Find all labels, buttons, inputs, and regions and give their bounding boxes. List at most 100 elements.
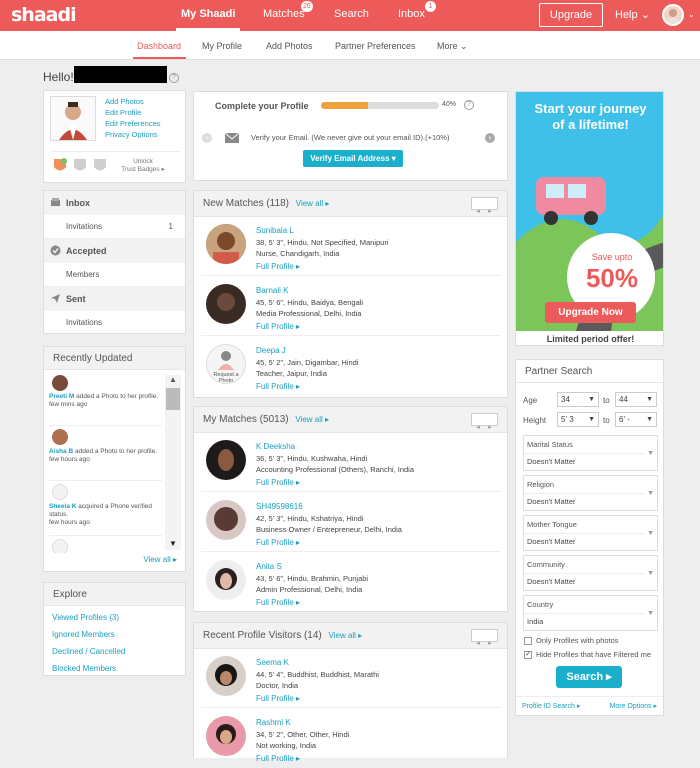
ignored-members-link[interactable]: Ignored Members — [52, 630, 185, 639]
member-name[interactable]: Sheela K — [49, 503, 76, 510]
full-profile-link[interactable]: Full Profile ▸ — [256, 754, 300, 763]
profile-id-search-link[interactable]: Profile ID Search ▸ — [522, 702, 580, 710]
inbox-invitations-row[interactable]: Invitations 1 — [44, 215, 185, 239]
hide-filtered-checkbox[interactable]: ✓ — [524, 651, 532, 659]
match-photo[interactable] — [206, 500, 246, 540]
declined-cancelled-link[interactable]: Declined / Cancelled — [52, 647, 185, 656]
recently-updated-view-all[interactable]: View all ▸ — [143, 555, 177, 564]
sent-invitations-row[interactable]: Invitations — [44, 311, 185, 335]
scrollbar[interactable]: ▲ ▼ — [165, 375, 181, 550]
prev-arrow-icon[interactable]: ◂ — [472, 638, 484, 649]
match-profession: Business Owner / Entrepreneur, Delhi, In… — [256, 525, 402, 534]
visitor-photo[interactable] — [206, 716, 246, 756]
upgrade-now-button[interactable]: Upgrade Now — [545, 302, 636, 323]
avatar[interactable] — [52, 375, 68, 391]
subnav-my-profile[interactable]: My Profile — [202, 41, 242, 51]
chevron-down-icon[interactable]: ⌄ — [688, 10, 695, 19]
carousel-next-icon[interactable]: › — [485, 133, 495, 143]
match-name[interactable]: SH49598616 — [256, 502, 303, 511]
inbox-header[interactable]: Inbox — [44, 191, 185, 215]
complete-profile-card: Complete your Profile 40% ? ‹ Verify you… — [193, 91, 508, 181]
avatar[interactable] — [52, 484, 68, 500]
prev-arrow-icon[interactable]: ◂ — [472, 206, 484, 217]
full-profile-link[interactable]: Full Profile ▸ — [256, 694, 300, 703]
shaadi-logo[interactable]: shaadi — [11, 4, 77, 26]
only-photos-checkbox[interactable] — [524, 637, 532, 645]
match-photo[interactable] — [206, 440, 246, 480]
member-name[interactable]: Preeti M — [49, 393, 74, 400]
help-menu[interactable]: Help ⌄ — [615, 8, 650, 21]
full-profile-link[interactable]: Full Profile ▸ — [256, 382, 300, 391]
unlock-trust-badges[interactable]: Unlock Trust Badges ▸ — [118, 158, 168, 173]
my-matches-view-all[interactable]: View all ▸ — [295, 415, 329, 424]
prev-arrow-icon[interactable]: ◂ — [472, 422, 484, 433]
match-photo[interactable] — [206, 284, 246, 324]
viewed-profiles-link[interactable]: Viewed Profiles (3) — [52, 613, 185, 622]
add-photos-link[interactable]: Add Photos — [105, 97, 144, 106]
edit-preferences-link[interactable]: Edit Preferences — [105, 119, 160, 128]
profile-photo[interactable] — [50, 96, 96, 141]
full-profile-link[interactable]: Full Profile ▸ — [256, 262, 300, 271]
religion-select[interactable]: Religion Doesn't Matter ▼ — [523, 475, 658, 511]
privacy-options-link[interactable]: Privacy Options — [105, 130, 158, 139]
visitors-view-all[interactable]: View all ▸ — [329, 631, 363, 640]
sent-header[interactable]: Sent — [44, 287, 185, 311]
subnav-dashboard[interactable]: Dashboard — [137, 41, 181, 51]
nav-inbox[interactable]: Inbox — [398, 8, 425, 20]
more-options-link[interactable]: More Options ▸ — [610, 702, 658, 710]
edit-profile-link[interactable]: Edit Profile — [105, 108, 141, 117]
visitor-name[interactable]: Rashmi K — [256, 718, 291, 727]
next-arrow-icon[interactable]: ▸ — [484, 638, 496, 649]
visitor-photo[interactable] — [206, 656, 246, 696]
match-name[interactable]: Deepa J — [256, 346, 286, 355]
subnav-partner-preferences[interactable]: Partner Preferences — [335, 41, 416, 51]
carousel-prev-icon[interactable]: ‹ — [202, 133, 212, 143]
mother-tongue-select[interactable]: Mother Tongue Doesn't Matter ▼ — [523, 515, 658, 551]
age-from-select[interactable]: 34 ▼ — [557, 392, 599, 407]
accepted-header[interactable]: Accepted — [44, 239, 185, 263]
marital-status-select[interactable]: Marital Status Doesn't Matter ▼ — [523, 435, 658, 471]
scrollbar-thumb[interactable] — [166, 388, 180, 410]
country-select[interactable]: Country India ▼ — [523, 595, 658, 631]
full-profile-link[interactable]: Full Profile ▸ — [256, 478, 300, 487]
subnav-add-photos[interactable]: Add Photos — [266, 41, 313, 51]
full-profile-link[interactable]: Full Profile ▸ — [256, 598, 300, 607]
match-name[interactable]: Barnali K — [256, 286, 288, 295]
height-to-select[interactable]: 6' - ▼ — [615, 412, 657, 427]
nav-search[interactable]: Search — [334, 8, 369, 20]
avatar[interactable] — [52, 539, 68, 553]
verify-email-button[interactable]: Verify Email Address ▾ — [303, 150, 403, 167]
full-profile-link[interactable]: Full Profile ▸ — [256, 538, 300, 547]
user-avatar[interactable] — [662, 4, 684, 26]
visitor-name[interactable]: Seema K — [256, 658, 289, 667]
accepted-members-row[interactable]: Members — [44, 263, 185, 287]
member-name[interactable]: Aisha B — [49, 448, 73, 455]
match-name[interactable]: K Deeksha — [256, 442, 295, 451]
subnav-more[interactable]: More ⌄ — [437, 41, 468, 52]
match-name[interactable]: Anita S — [256, 562, 282, 571]
nav-my-shaadi[interactable]: My Shaadi — [181, 8, 235, 20]
nav-matches[interactable]: Matches — [263, 8, 305, 20]
help-icon[interactable]: ? — [464, 100, 474, 110]
help-icon[interactable]: ? — [169, 73, 179, 83]
upgrade-button[interactable]: Upgrade — [539, 3, 603, 27]
match-photo[interactable] — [206, 560, 246, 600]
age-to-select[interactable]: 44 ▼ — [615, 392, 657, 407]
match-photo[interactable] — [206, 224, 246, 264]
community-select[interactable]: Community Doesn't Matter ▼ — [523, 555, 658, 591]
request-photo-placeholder[interactable]: Request a Photo — [206, 344, 246, 384]
match-details: 45, 5' 2", Jain, Digambar, Hindi — [256, 358, 359, 367]
upgrade-ad-banner[interactable]: Start your journey of a lifetime! Save u… — [515, 91, 664, 346]
chevron-down-icon: ⌄ — [640, 9, 650, 21]
next-arrow-icon[interactable]: ▸ — [484, 206, 496, 217]
full-profile-link[interactable]: Full Profile ▸ — [256, 322, 300, 331]
blocked-members-link[interactable]: Blocked Members — [52, 664, 185, 673]
scroll-down-icon[interactable]: ▼ — [165, 539, 181, 548]
height-from-select[interactable]: 5' 3 ▼ — [557, 412, 599, 427]
avatar[interactable] — [52, 429, 68, 445]
new-matches-view-all[interactable]: View all ▸ — [296, 199, 330, 208]
scroll-up-icon[interactable]: ▲ — [165, 375, 181, 384]
search-button[interactable]: Search ▸ — [556, 666, 622, 688]
match-name[interactable]: Sunibala L — [256, 226, 294, 235]
next-arrow-icon[interactable]: ▸ — [484, 422, 496, 433]
